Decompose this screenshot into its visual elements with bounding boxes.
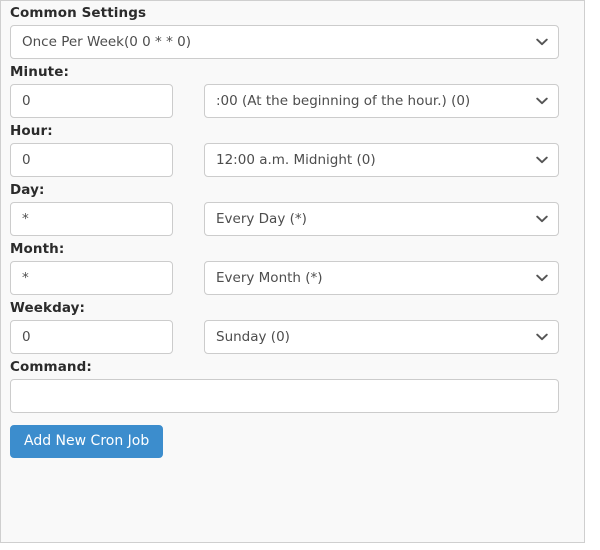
hour-label: Hour:: [10, 123, 53, 139]
month-input[interactable]: [10, 261, 173, 295]
minute-select-value: :00 (At the beginning of the hour.) (0): [204, 84, 559, 118]
day-select[interactable]: Every Day (*): [204, 202, 559, 236]
common-settings-label: Common Settings: [10, 5, 147, 21]
hour-row: 12:00 a.m. Midnight (0): [10, 143, 575, 177]
weekday-select[interactable]: Sunday (0): [204, 320, 559, 354]
weekday-input[interactable]: [10, 320, 173, 354]
minute-row: :00 (At the beginning of the hour.) (0): [10, 84, 575, 118]
month-select-value: Every Month (*): [204, 261, 559, 295]
month-select[interactable]: Every Month (*): [204, 261, 559, 295]
common-settings-select[interactable]: Once Per Week(0 0 * * 0): [10, 25, 559, 59]
month-row: Every Month (*): [10, 261, 575, 295]
hour-select[interactable]: 12:00 a.m. Midnight (0): [204, 143, 559, 177]
day-label: Day:: [10, 182, 45, 198]
command-label: Command:: [10, 359, 92, 375]
minute-input[interactable]: [10, 84, 173, 118]
add-new-cron-job-button[interactable]: Add New Cron Job: [10, 425, 164, 458]
minute-select[interactable]: :00 (At the beginning of the hour.) (0): [204, 84, 559, 118]
weekday-select-value: Sunday (0): [204, 320, 559, 354]
command-row: [10, 379, 575, 413]
common-settings-select-value: Once Per Week(0 0 * * 0): [10, 25, 559, 59]
hour-select-value: 12:00 a.m. Midnight (0): [204, 143, 559, 177]
cron-job-editor: Common Settings Once Per Week(0 0 * * 0)…: [0, 0, 585, 543]
hour-input[interactable]: [10, 143, 173, 177]
month-label: Month:: [10, 241, 65, 257]
day-input[interactable]: [10, 202, 173, 236]
common-settings-row: Once Per Week(0 0 * * 0): [10, 25, 575, 59]
weekday-label: Weekday:: [10, 300, 86, 316]
weekday-row: Sunday (0): [10, 320, 575, 354]
minute-label: Minute:: [10, 64, 69, 80]
day-row: Every Day (*): [10, 202, 575, 236]
day-select-value: Every Day (*): [204, 202, 559, 236]
command-input[interactable]: [10, 379, 559, 413]
